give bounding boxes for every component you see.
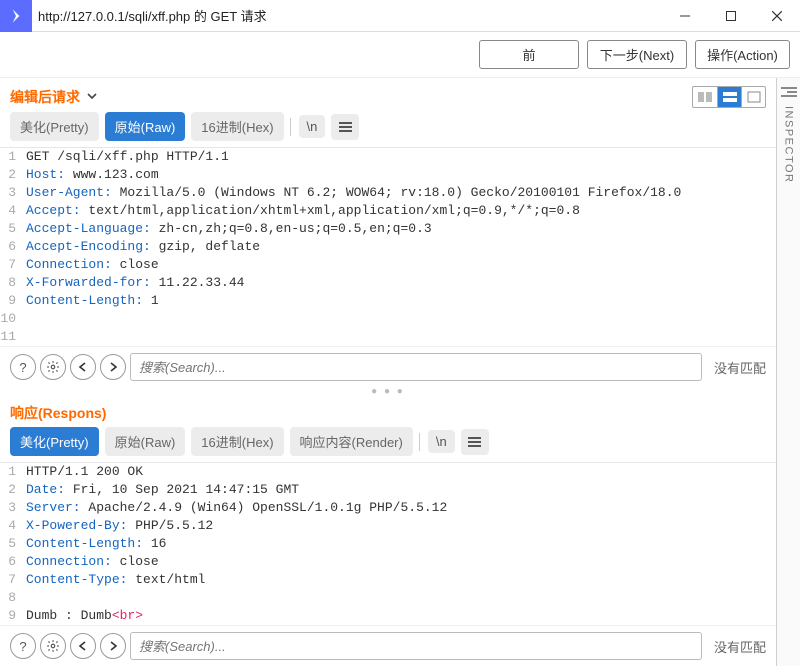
code-line: 4Accept: text/html,application/xhtml+xml… (0, 202, 776, 220)
response-body[interactable]: 1HTTP/1.1 200 OK2Date: Fri, 10 Sep 2021 … (0, 462, 776, 625)
code-line: 7Content-Type: text/html (0, 571, 776, 589)
tab-pretty-resp[interactable]: 美化(Pretty) (10, 427, 99, 456)
code-line: 1HTTP/1.1 200 OK (0, 463, 776, 481)
tab-separator (419, 433, 420, 451)
app-icon (0, 0, 32, 32)
tab-separator (290, 118, 291, 136)
response-title: 响应(Respons) (10, 403, 106, 423)
tab-raw-resp[interactable]: 原始(Raw) (105, 427, 186, 456)
request-header: 编辑后请求 (0, 78, 776, 112)
code-line: 2Host: www.123.com (0, 166, 776, 184)
response-header: 响应(Respons) (0, 395, 776, 427)
request-footer: ? 没有匹配 (0, 346, 776, 387)
layout-rows-icon[interactable] (717, 87, 741, 107)
tab-newline[interactable]: \n (299, 115, 326, 138)
code-line: 8X-Forwarded-for: 11.22.33.44 (0, 274, 776, 292)
code-line: 5Accept-Language: zh-cn,zh;q=0.8,en-us;q… (0, 220, 776, 238)
request-title: 编辑后请求 (10, 87, 80, 107)
code-line: 10 (0, 310, 776, 328)
hamburger-icon[interactable] (331, 114, 359, 140)
inspector-sidebar[interactable]: INSPECTOR (776, 78, 800, 666)
tab-hex[interactable]: 16进制(Hex) (191, 112, 283, 141)
window-title: http://127.0.0.1/sqli/xff.php 的 GET 请求 (32, 6, 662, 25)
layout-single-icon[interactable] (741, 87, 765, 107)
code-line: 6Connection: close (0, 553, 776, 571)
tab-render-resp[interactable]: 响应内容(Render) (290, 427, 413, 456)
code-line: 5Content-Length: 16 (0, 535, 776, 553)
tab-raw[interactable]: 原始(Raw) (105, 112, 186, 141)
code-line: 4X-Powered-By: PHP/5.5.12 (0, 517, 776, 535)
prev-arrow-icon[interactable] (70, 354, 96, 380)
gear-icon[interactable] (40, 354, 66, 380)
help-icon[interactable]: ? (10, 354, 36, 380)
help-icon[interactable]: ? (10, 633, 36, 659)
hamburger-icon[interactable] (461, 429, 489, 455)
next-arrow-icon[interactable] (100, 354, 126, 380)
tab-hex-resp[interactable]: 16进制(Hex) (191, 427, 283, 456)
code-line: 3User-Agent: Mozilla/5.0 (Windows NT 6.2… (0, 184, 776, 202)
minimize-button[interactable] (662, 0, 708, 32)
chevron-down-icon[interactable] (86, 90, 98, 105)
maximize-button[interactable] (708, 0, 754, 32)
gear-icon[interactable] (40, 633, 66, 659)
inspector-toggle-icon[interactable] (780, 84, 798, 98)
tab-newline-resp[interactable]: \n (428, 430, 455, 453)
code-line: 1GET /sqli/xff.php HTTP/1.1 (0, 148, 776, 166)
response-footer: ? 没有匹配 (0, 625, 776, 666)
code-line: 9Dumb : Dumb<br> (0, 607, 776, 625)
inspector-label: INSPECTOR (783, 106, 795, 183)
response-tabbar: 美化(Pretty) 原始(Raw) 16进制(Hex) 响应内容(Render… (0, 427, 776, 456)
next-arrow-icon[interactable] (100, 633, 126, 659)
layout-toggle[interactable] (692, 86, 766, 108)
prev-arrow-icon[interactable] (70, 633, 96, 659)
request-tabbar: 美化(Pretty) 原始(Raw) 16进制(Hex) \n (0, 112, 776, 141)
request-search-input[interactable] (130, 353, 702, 381)
top-toolbar: 前 下一步(Next) 操作(Action) (0, 32, 800, 78)
splitter[interactable]: ● ● ● (0, 387, 776, 395)
code-line: 7Connection: close (0, 256, 776, 274)
code-line: 8 (0, 589, 776, 607)
code-line: 2Date: Fri, 10 Sep 2021 14:47:15 GMT (0, 481, 776, 499)
request-body[interactable]: 1GET /sqli/xff.php HTTP/1.12Host: www.12… (0, 147, 776, 346)
titlebar: http://127.0.0.1/sqli/xff.php 的 GET 请求 (0, 0, 800, 32)
request-nomatch-label: 没有匹配 (706, 358, 766, 377)
tab-pretty[interactable]: 美化(Pretty) (10, 112, 99, 141)
forward-button[interactable]: 前 (479, 40, 579, 69)
code-line: 11 (0, 328, 776, 346)
code-line: 3Server: Apache/2.4.9 (Win64) OpenSSL/1.… (0, 499, 776, 517)
action-button[interactable]: 操作(Action) (695, 40, 790, 69)
close-button[interactable] (754, 0, 800, 32)
code-line: 9Content-Length: 1 (0, 292, 776, 310)
code-line: 6Accept-Encoding: gzip, deflate (0, 238, 776, 256)
response-search-input[interactable] (130, 632, 702, 660)
layout-columns-icon[interactable] (693, 87, 717, 107)
next-button[interactable]: 下一步(Next) (587, 40, 687, 69)
